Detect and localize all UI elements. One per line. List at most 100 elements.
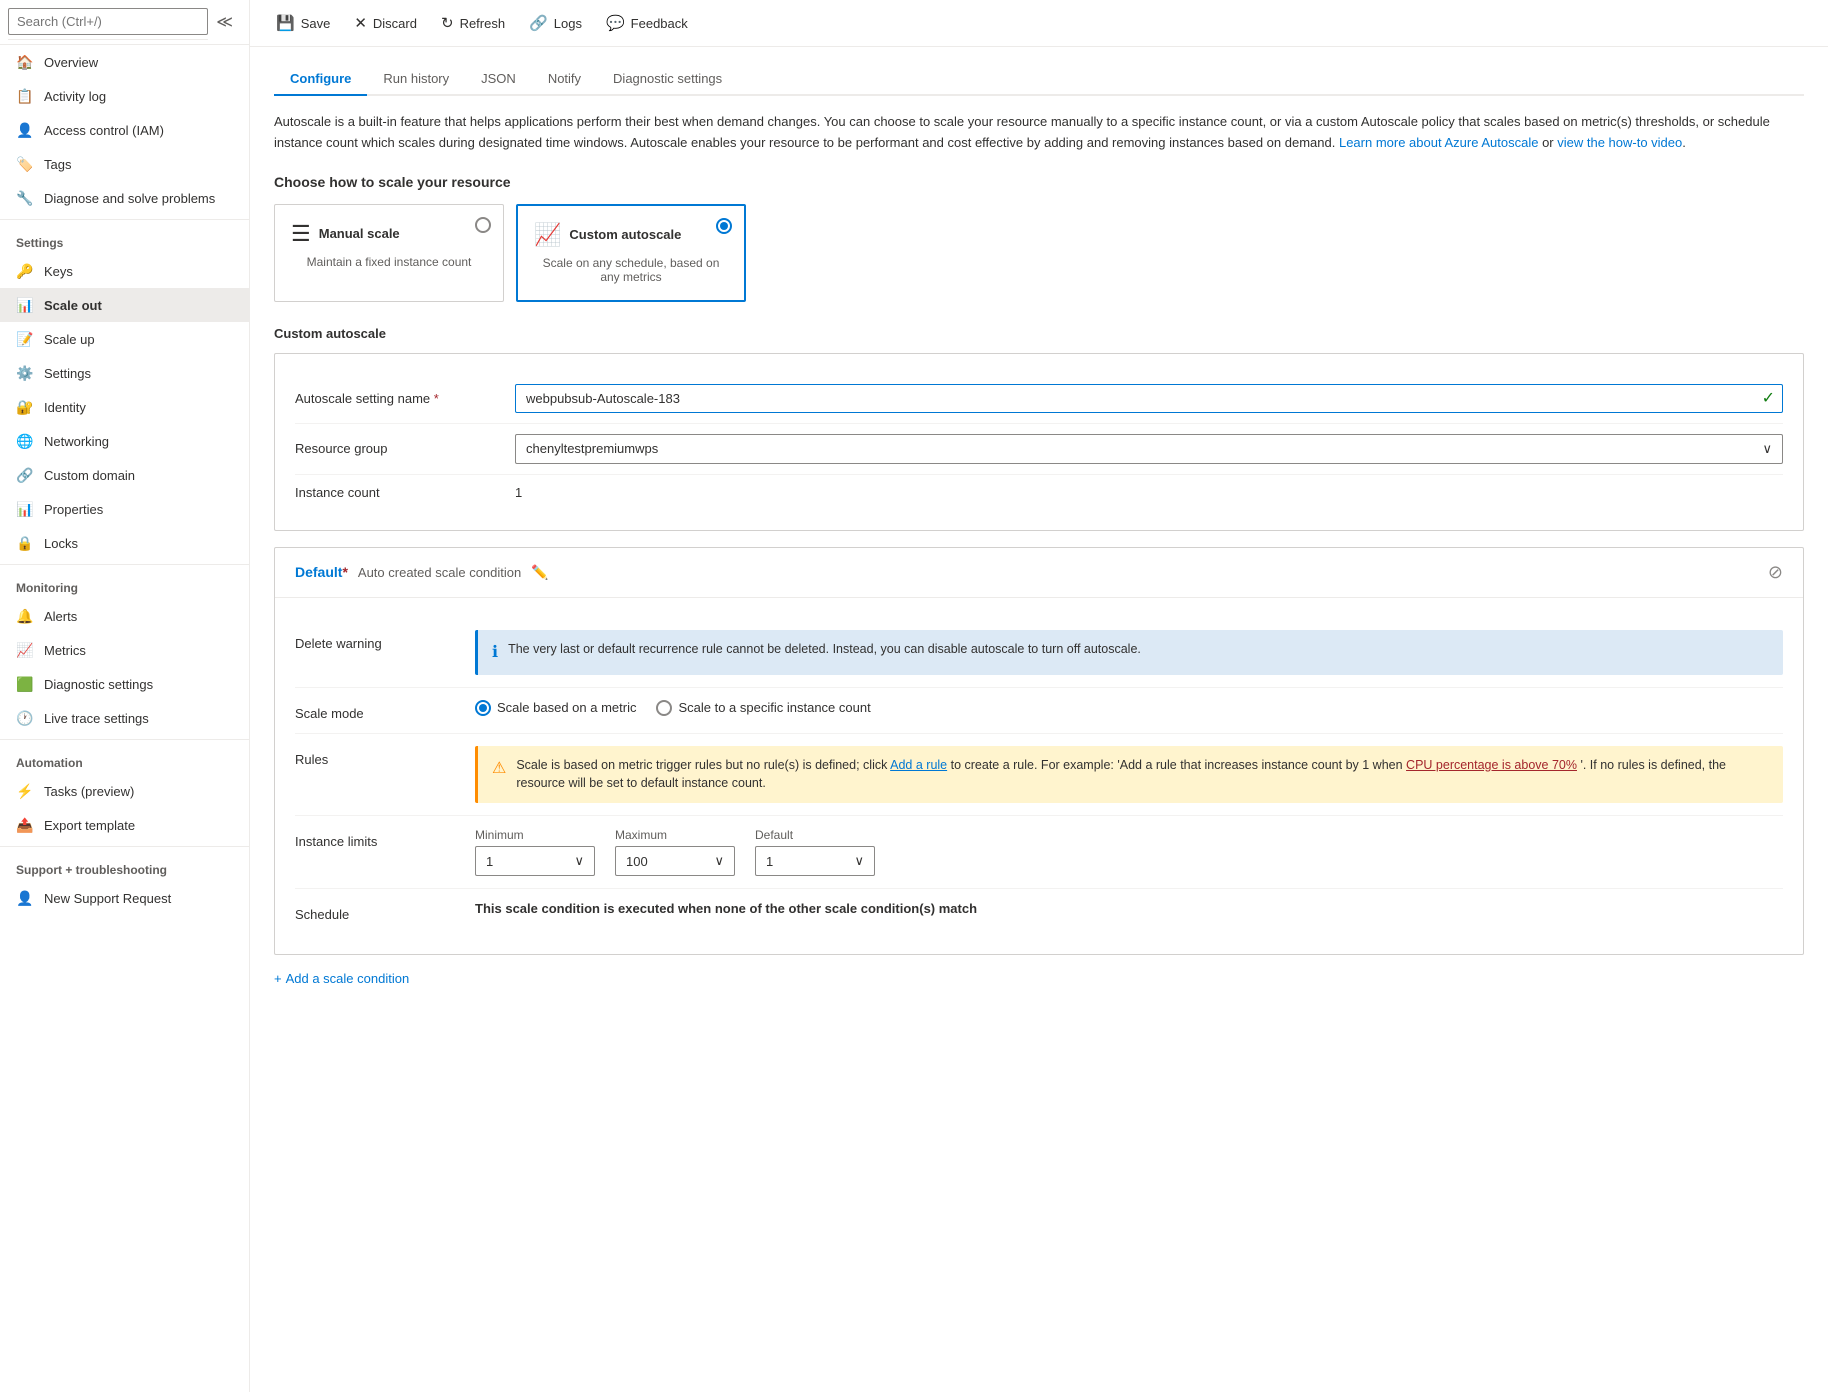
rules-warning-text: Scale is based on metric trigger rules b… [516, 756, 1769, 794]
add-rule-link[interactable]: Add a rule [890, 758, 947, 772]
custom-scale-header: 📈 Custom autoscale [534, 222, 728, 248]
alerts-icon: 🔔 [16, 607, 34, 625]
tab-notify[interactable]: Notify [532, 63, 597, 96]
manual-scale-header: ☰ Manual scale [291, 221, 487, 247]
add-scale-condition-link[interactable]: + Add a scale condition [274, 971, 1804, 986]
resource-group-select[interactable]: chenyltestpremiumwps ∨ [515, 434, 1783, 464]
nav-label-keys: Keys [44, 264, 73, 279]
rules-row: Rules ⚠ Scale is based on metric trigger… [295, 734, 1783, 817]
nav-label-identity: Identity [44, 400, 86, 415]
description-period: . [1682, 135, 1686, 150]
nav-locks[interactable]: 🔒 Locks [0, 526, 249, 560]
nav-settings[interactable]: ⚙️ Settings [0, 356, 249, 390]
custom-autoscale-card[interactable]: 📈 Custom autoscale Scale on any schedule… [516, 204, 746, 302]
delete-condition-icon[interactable]: ⊘ [1768, 562, 1783, 583]
nav-diagnostic-settings[interactable]: 🟩 Diagnostic settings [0, 667, 249, 701]
autoscale-name-input[interactable] [515, 384, 1783, 413]
autoscale-name-value: ✓ [515, 384, 1783, 413]
autoscale-name-label: Autoscale setting name * [295, 391, 515, 406]
default-label: Default [755, 828, 875, 842]
schedule-row: Schedule This scale condition is execute… [295, 889, 1783, 934]
networking-icon: 🌐 [16, 432, 34, 450]
maximum-chevron-icon: ∨ [714, 853, 724, 869]
refresh-icon: ↻ [441, 14, 454, 32]
custom-scale-desc: Scale on any schedule, based on any metr… [534, 256, 728, 284]
locks-icon: 🔒 [16, 534, 34, 552]
save-button[interactable]: 💾 Save [266, 8, 340, 38]
monitoring-section-label: Monitoring [0, 569, 249, 599]
nav-metrics[interactable]: 📈 Metrics [0, 633, 249, 667]
delete-warning-text: The very last or default recurrence rule… [508, 640, 1141, 659]
logs-button[interactable]: 🔗 Logs [519, 8, 592, 38]
nav-diagnose[interactable]: 🔧 Diagnose and solve problems [0, 181, 249, 215]
nav-overview[interactable]: 🏠 Overview [0, 45, 249, 79]
manual-scale-radio[interactable] [475, 217, 491, 233]
logs-icon: 🔗 [529, 14, 548, 32]
collapse-button[interactable]: ≪ [208, 8, 241, 36]
settings-icon: ⚙️ [16, 364, 34, 382]
toolbar: 💾 Save ✕ Discard ↻ Refresh 🔗 Logs 💬 Feed… [250, 0, 1828, 47]
delete-warning-box: ℹ The very last or default recurrence ru… [475, 630, 1783, 675]
manual-scale-card[interactable]: ☰ Manual scale Maintain a fixed instance… [274, 204, 504, 302]
nav-scale-up[interactable]: 📝 Scale up [0, 322, 249, 356]
tab-diagnostic-settings[interactable]: Diagnostic settings [597, 63, 738, 96]
access-control-icon: 👤 [16, 121, 34, 139]
nav-live-trace[interactable]: 🕐 Live trace settings [0, 701, 249, 735]
minimum-select[interactable]: 1 ∨ [475, 846, 595, 876]
tab-json[interactable]: JSON [465, 63, 532, 96]
support-section-label: Support + troubleshooting [0, 851, 249, 881]
search-input[interactable] [8, 8, 208, 35]
refresh-button[interactable]: ↻ Refresh [431, 8, 515, 38]
scale-mode-specific-option[interactable]: Scale to a specific instance count [656, 700, 870, 716]
custom-scale-icon: 📈 [534, 222, 561, 248]
nav-label-custom-domain: Custom domain [44, 468, 135, 483]
resource-group-value: chenyltestpremiumwps ∨ [515, 434, 1783, 464]
scale-mode-metric-label: Scale based on a metric [497, 700, 636, 715]
instance-count-label: Instance count [295, 485, 515, 500]
custom-scale-title: Custom autoscale [569, 227, 681, 242]
instance-count-value: 1 [515, 485, 1783, 500]
scale-mode-metric-option[interactable]: Scale based on a metric [475, 700, 636, 716]
nav-label-diagnose: Diagnose and solve problems [44, 191, 215, 206]
automation-section-label: Automation [0, 744, 249, 774]
custom-scale-radio[interactable] [716, 218, 732, 234]
nav-tasks[interactable]: ⚡ Tasks (preview) [0, 774, 249, 808]
logs-label: Logs [554, 16, 582, 31]
nav-identity[interactable]: 🔐 Identity [0, 390, 249, 424]
nav-keys[interactable]: 🔑 Keys [0, 254, 249, 288]
feedback-button[interactable]: 💬 Feedback [596, 8, 698, 38]
nav-scale-out[interactable]: 📊 Scale out [0, 288, 249, 322]
custom-autoscale-label: Custom autoscale [274, 326, 1804, 341]
minimum-chevron-icon: ∨ [574, 853, 584, 869]
how-to-video-link[interactable]: view the how-to video [1557, 135, 1682, 150]
condition-title: Default* [295, 564, 348, 580]
nav-access-control[interactable]: 👤 Access control (IAM) [0, 113, 249, 147]
nav-export-template[interactable]: 📤 Export template [0, 808, 249, 842]
nav-tags[interactable]: 🏷️ Tags [0, 147, 249, 181]
nav-label-scale-up: Scale up [44, 332, 95, 347]
default-select[interactable]: 1 ∨ [755, 846, 875, 876]
instance-limits-label: Instance limits [295, 828, 475, 849]
overview-icon: 🏠 [16, 53, 34, 71]
save-icon: 💾 [276, 14, 295, 32]
nav-properties[interactable]: 📊 Properties [0, 492, 249, 526]
tab-configure[interactable]: Configure [274, 63, 367, 96]
custom-radio-circle [716, 218, 732, 234]
nav-custom-domain[interactable]: 🔗 Custom domain [0, 458, 249, 492]
maximum-limit-group: Maximum 100 ∨ [615, 828, 735, 876]
nav-alerts[interactable]: 🔔 Alerts [0, 599, 249, 633]
tab-run-history[interactable]: Run history [367, 63, 465, 96]
learn-more-link[interactable]: Learn more about Azure Autoscale [1339, 135, 1538, 150]
save-label: Save [301, 16, 331, 31]
nav-new-support[interactable]: 👤 New Support Request [0, 881, 249, 915]
nav-activity-log[interactable]: 📋 Activity log [0, 79, 249, 113]
scale-mode-specific-radio [656, 700, 672, 716]
edit-icon[interactable]: ✏️ [531, 564, 548, 581]
default-chevron-icon: ∨ [854, 853, 864, 869]
nav-label-tasks: Tasks (preview) [44, 784, 134, 799]
delete-warning-content: ℹ The very last or default recurrence ru… [475, 630, 1783, 675]
discard-button[interactable]: ✕ Discard [344, 8, 427, 38]
maximum-select[interactable]: 100 ∨ [615, 846, 735, 876]
nav-label-export-template: Export template [44, 818, 135, 833]
nav-networking[interactable]: 🌐 Networking [0, 424, 249, 458]
